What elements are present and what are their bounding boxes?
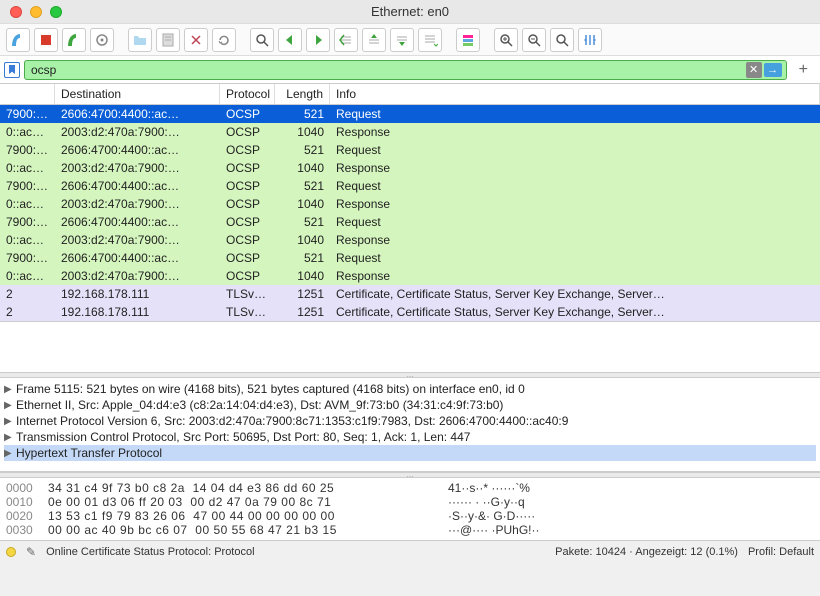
traffic-lights	[0, 6, 62, 18]
zoom-icon[interactable]	[50, 6, 62, 18]
packet-row[interactable]: 0::ac…2003:d2:470a:7900:…OCSP1040Respons…	[0, 123, 820, 141]
zoom-reset-button[interactable]	[550, 28, 574, 52]
status-bar: ✎ Online Certificate Status Protocol: Pr…	[0, 540, 820, 562]
window-title: Ethernet: en0	[371, 4, 449, 19]
status-packets: Pakete: 10424 · Angezeigt: 12 (0.1%)	[555, 546, 738, 558]
goto-first-button[interactable]	[362, 28, 386, 52]
zoom-in-button[interactable]	[494, 28, 518, 52]
expand-icon[interactable]: ▶	[4, 384, 16, 395]
expert-info-icon[interactable]	[6, 547, 16, 557]
tree-row[interactable]: ▶Ethernet II, Src: Apple_04:d4:e3 (c8:2a…	[4, 397, 816, 413]
hex-row[interactable]: 00100e 00 01 d3 06 ff 20 03 00 d2 47 0a …	[2, 495, 818, 509]
tree-row[interactable]: ▶Transmission Control Protocol, Src Port…	[4, 429, 816, 445]
hex-row[interactable]: 000034 31 c4 9f 73 b0 c8 2a 14 04 d4 e3 …	[2, 481, 818, 495]
expand-icon[interactable]: ▶	[4, 432, 16, 443]
status-left: Online Certificate Status Protocol: Prot…	[46, 546, 545, 558]
col-destination[interactable]: Destination	[55, 84, 220, 104]
colorize-button[interactable]	[456, 28, 480, 52]
packet-details-tree[interactable]: ▶Frame 5115: 521 bytes on wire (4168 bit…	[0, 378, 820, 472]
packet-row[interactable]: 2192.168.178.111TLSv1…1251Certificate, C…	[0, 303, 820, 321]
col-info[interactable]: Info	[330, 84, 820, 104]
main-toolbar	[0, 24, 820, 56]
autoscroll-button[interactable]	[418, 28, 442, 52]
tree-row[interactable]: ▶Frame 5115: 521 bytes on wire (4168 bit…	[4, 381, 816, 397]
hex-row[interactable]: 003000 00 ac 40 9b bc c6 07 00 50 55 68 …	[2, 523, 818, 537]
packet-row[interactable]: 7900:…2606:4700:4400::ac…OCSP521Request	[0, 249, 820, 267]
titlebar: Ethernet: en0	[0, 0, 820, 24]
packet-row[interactable]: 7900:…2606:4700:4400::ac…OCSP521Request	[0, 141, 820, 159]
packet-row[interactable]: 0::ac…2003:d2:470a:7900:…OCSP1040Respons…	[0, 231, 820, 249]
tree-row[interactable]: ▶Internet Protocol Version 6, Src: 2003:…	[4, 413, 816, 429]
capture-options-button[interactable]	[90, 28, 114, 52]
save-file-button[interactable]	[156, 28, 180, 52]
tree-row[interactable]: ▶Hypertext Transfer Protocol	[4, 445, 816, 461]
display-filter-input[interactable]: ocsp ✕ →	[24, 60, 787, 80]
packet-row[interactable]: 7900:…2606:4700:4400::ac…OCSP521Request	[0, 213, 820, 231]
edit-icon[interactable]: ✎	[26, 545, 36, 559]
reload-button[interactable]	[212, 28, 236, 52]
zoom-out-button[interactable]	[522, 28, 546, 52]
close-file-button[interactable]	[184, 28, 208, 52]
packet-list-empty-area	[0, 322, 820, 372]
packet-row[interactable]: 7900:…2606:4700:4400::ac…OCSP521Request	[0, 177, 820, 195]
resize-columns-button[interactable]	[578, 28, 602, 52]
filter-bookmark-button[interactable]	[4, 62, 20, 78]
expand-icon[interactable]: ▶	[4, 416, 16, 427]
expand-icon[interactable]: ▶	[4, 448, 16, 459]
filter-text: ocsp	[31, 63, 56, 77]
apply-filter-button[interactable]: →	[764, 63, 782, 77]
close-icon[interactable]	[10, 6, 22, 18]
packet-bytes[interactable]: 000034 31 c4 9f 73 b0 c8 2a 14 04 d4 e3 …	[0, 478, 820, 540]
packet-list[interactable]: Destination Protocol Length Info 7900:…2…	[0, 84, 820, 322]
stop-capture-button[interactable]	[34, 28, 58, 52]
hex-row[interactable]: 002013 53 c1 f9 79 83 26 06 47 00 44 00 …	[2, 509, 818, 523]
status-profile[interactable]: Profil: Default	[748, 546, 814, 558]
add-filter-button[interactable]: +	[791, 61, 816, 79]
col-length[interactable]: Length	[275, 84, 330, 104]
packet-row[interactable]: 7900:…2606:4700:4400::ac…OCSP521Request	[0, 105, 820, 123]
col-source[interactable]	[0, 84, 55, 104]
col-protocol[interactable]: Protocol	[220, 84, 275, 104]
packet-row[interactable]: 2192.168.178.111TLSv1…1251Certificate, C…	[0, 285, 820, 303]
packet-row[interactable]: 0::ac…2003:d2:470a:7900:…OCSP1040Respons…	[0, 195, 820, 213]
goto-last-button[interactable]	[390, 28, 414, 52]
prev-packet-button[interactable]	[278, 28, 302, 52]
packet-list-header[interactable]: Destination Protocol Length Info	[0, 84, 820, 105]
clear-filter-button[interactable]: ✕	[746, 62, 762, 78]
find-button[interactable]	[250, 28, 274, 52]
open-file-button[interactable]	[128, 28, 152, 52]
packet-row[interactable]: 0::ac…2003:d2:470a:7900:…OCSP1040Respons…	[0, 159, 820, 177]
start-capture-button[interactable]	[6, 28, 30, 52]
packet-row[interactable]: 0::ac…2003:d2:470a:7900:…OCSP1040Respons…	[0, 267, 820, 285]
goto-packet-button[interactable]	[334, 28, 358, 52]
expand-icon[interactable]: ▶	[4, 400, 16, 411]
restart-capture-button[interactable]	[62, 28, 86, 52]
next-packet-button[interactable]	[306, 28, 330, 52]
filter-bar: ocsp ✕ → +	[0, 56, 820, 84]
minimize-icon[interactable]	[30, 6, 42, 18]
